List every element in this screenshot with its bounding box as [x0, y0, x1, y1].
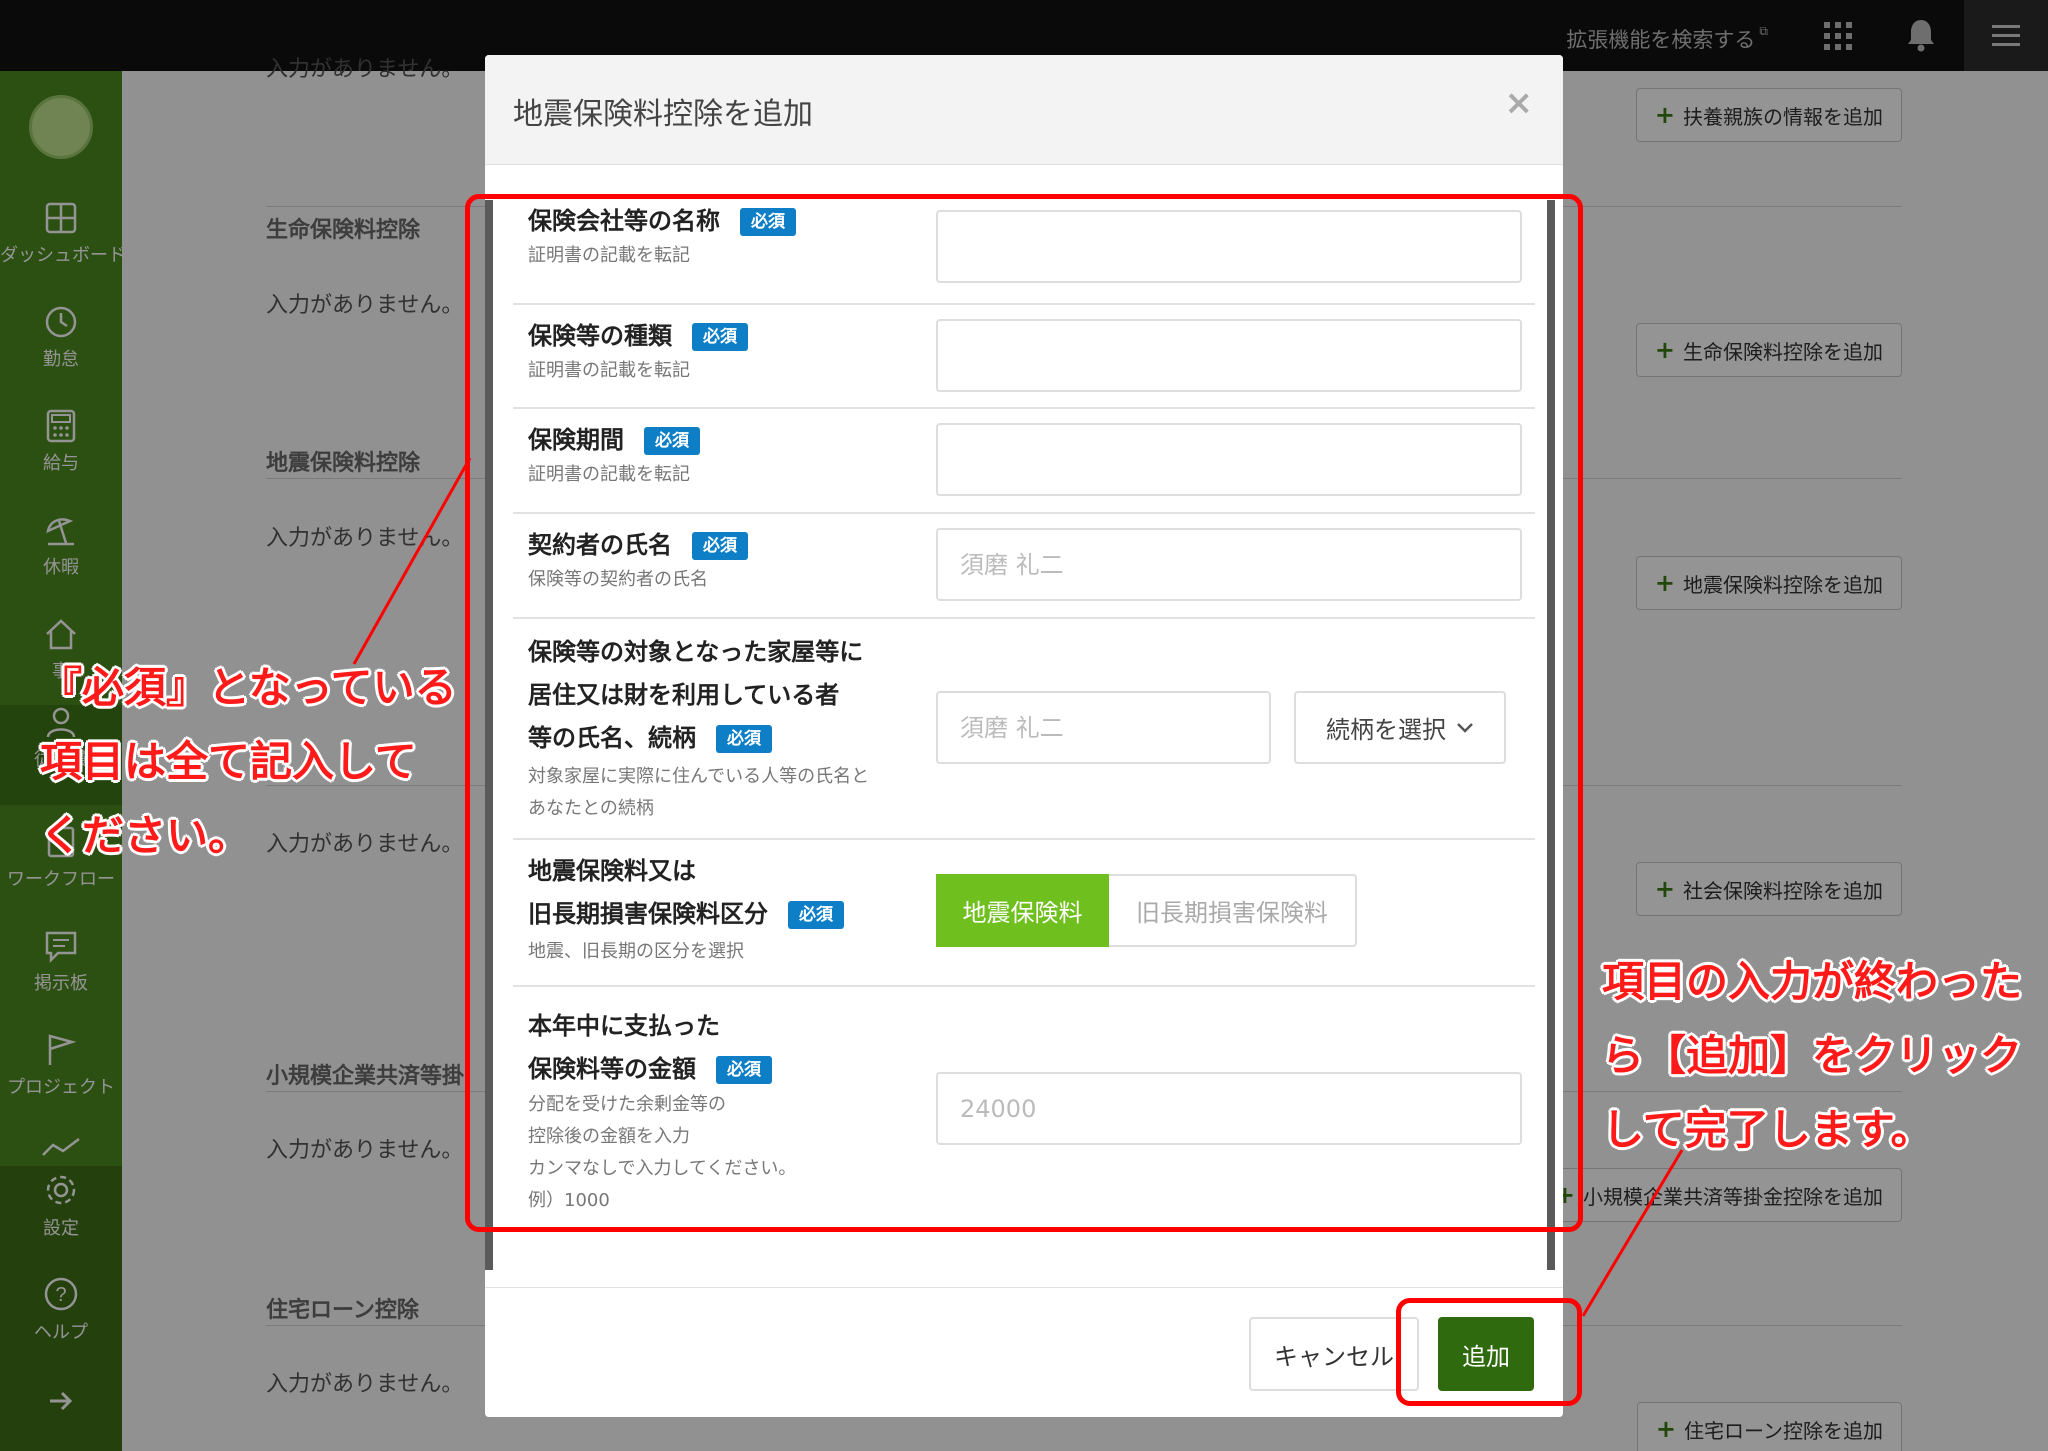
annotation-line: 『必須』となっている [40, 663, 457, 712]
modal-title: 地震保険料控除を追加 [513, 97, 813, 132]
close-icon[interactable]: × [1505, 83, 1534, 123]
modal-header: 地震保険料控除を追加 × [485, 55, 1563, 165]
annotation-line: ら【追加】をクリック [1602, 1031, 2023, 1080]
annotation-add-button-highlight [1396, 1298, 1582, 1406]
cancel-button[interactable]: キャンセル [1249, 1317, 1419, 1391]
annotation-line: 項目の入力が終わった [1602, 957, 2023, 1006]
annotation-form-highlight [465, 194, 1583, 1232]
annotation-line: 項目は全て記入して [40, 737, 417, 786]
annotation-submit-note: 項目の入力が終わった ら【追加】をクリック して完了します。 [1602, 945, 2022, 1167]
annotation-line: ください。 [40, 811, 251, 860]
annotation-required-note: 『必須』となっている 項目は全て記入して ください。 [40, 651, 457, 873]
annotation-line: して完了します。 [1602, 1105, 1933, 1154]
